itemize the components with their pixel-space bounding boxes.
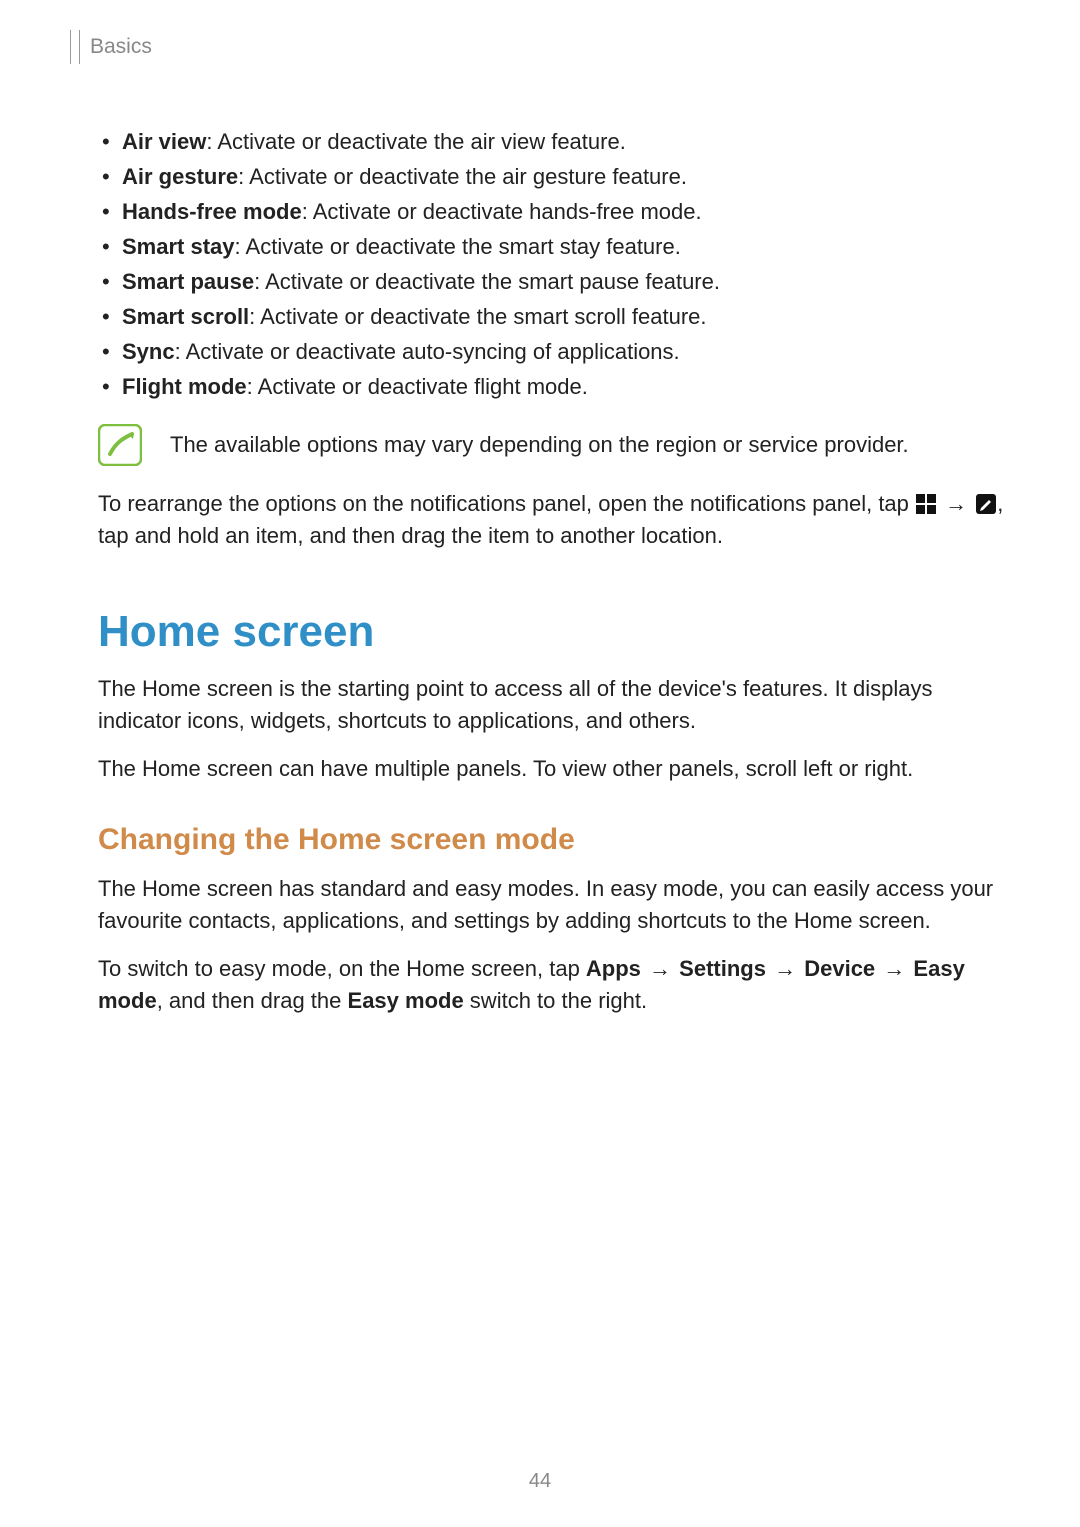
arrow-text: → [881,956,907,981]
feature-name: Hands-free mode [122,199,302,224]
easy-mode-label-2: Easy mode [348,988,464,1013]
home-screen-p2: The Home screen can have multiple panels… [98,753,1010,785]
feature-desc: : Activate or deactivate auto-syncing of… [175,339,680,364]
feature-name: Sync [122,339,175,364]
header-rule [70,30,80,64]
feature-desc: : Activate or deactivate the smart pause… [254,269,720,294]
feature-name: Smart scroll [122,304,249,329]
feature-desc: : Activate or deactivate flight mode. [247,374,588,399]
page-content: Air view: Activate or deactivate the air… [70,124,1010,1017]
feature-desc: : Activate or deactivate hands-free mode… [302,199,702,224]
grid-icon [915,493,937,515]
list-item: Hands-free mode: Activate or deactivate … [98,194,1010,229]
device-label: Device [804,956,875,981]
p2-pre: To switch to easy mode, on the Home scre… [98,956,586,981]
p2-end: switch to the right. [464,988,647,1013]
list-item: Smart stay: Activate or deactivate the s… [98,229,1010,264]
page-header: Basics [70,30,1010,64]
subsection-title-changing-mode: Changing the Home screen mode [98,823,1010,857]
feature-name: Flight mode [122,374,247,399]
feature-list: Air view: Activate or deactivate the air… [98,124,1010,404]
changing-mode-p1: The Home screen has standard and easy mo… [98,873,1010,937]
settings-label: Settings [679,956,766,981]
list-item: Smart scroll: Activate or deactivate the… [98,299,1010,334]
list-item: Air view: Activate or deactivate the air… [98,124,1010,159]
page-number: 44 [0,1470,1080,1493]
arrow-text: → [647,956,673,981]
feature-desc: : Activate or deactivate the smart scrol… [249,304,706,329]
feature-desc: : Activate or deactivate the air gesture… [238,164,687,189]
note-text: The available options may vary depending… [170,430,909,460]
apps-label: Apps [586,956,641,981]
edit-icon [975,493,997,515]
arrow-text: → [943,491,969,516]
list-item: Sync: Activate or deactivate auto-syncin… [98,334,1010,369]
rearrange-paragraph: To rearrange the options on the notifica… [98,488,1010,552]
list-item: Air gesture: Activate or deactivate the … [98,159,1010,194]
rearrange-pre: To rearrange the options on the notifica… [98,491,915,516]
list-item: Flight mode: Activate or deactivate flig… [98,369,1010,404]
feature-name: Smart pause [122,269,254,294]
changing-mode-p2: To switch to easy mode, on the Home scre… [98,953,1010,1017]
arrow-text: → [772,956,798,981]
feature-name: Smart stay [122,234,235,259]
section-title-home-screen: Home screen [98,607,1010,657]
list-item: Smart pause: Activate or deactivate the … [98,264,1010,299]
page: Basics Air view: Activate or deactivate … [0,0,1080,1527]
breadcrumb: Basics [90,35,152,59]
feature-name: Air gesture [122,164,238,189]
note-row: The available options may vary depending… [98,424,1010,466]
feature-desc: : Activate or deactivate the air view fe… [206,129,625,154]
home-screen-p1: The Home screen is the starting point to… [98,673,1010,737]
feature-desc: : Activate or deactivate the smart stay … [235,234,681,259]
p2-post: , and then drag the [157,988,348,1013]
feature-name: Air view [122,129,206,154]
note-icon [98,424,142,466]
